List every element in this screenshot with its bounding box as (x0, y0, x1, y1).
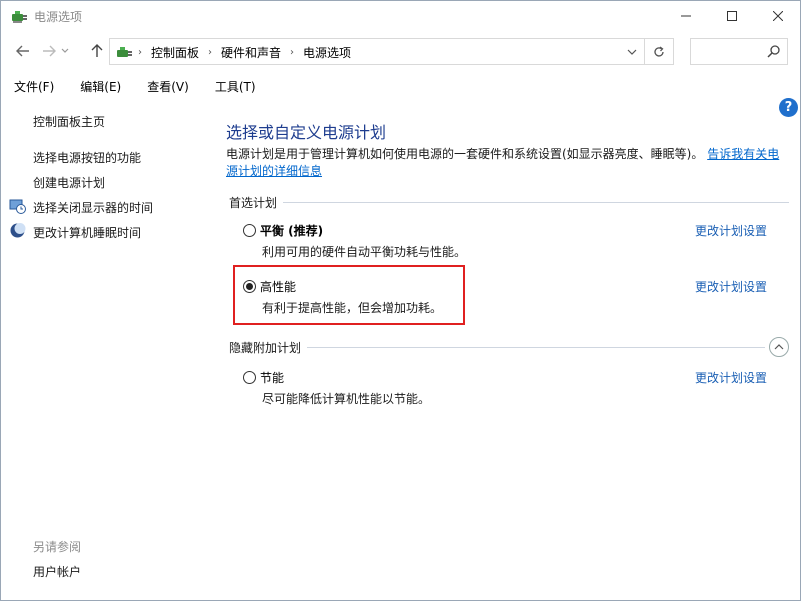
hidden-plans-label: 隐藏附加计划 (229, 341, 302, 355)
up-button[interactable] (87, 41, 107, 61)
description-text: 电源计划是用于管理计算机如何使用电源的一套硬件和系统设置(如显示器亮度、睡眠等)… (226, 147, 704, 161)
back-button[interactable] (13, 41, 33, 61)
collapse-hidden-plans-button[interactable] (769, 337, 789, 357)
window-title: 电源选项 (34, 10, 83, 24)
plan-description: 利用可用的硬件自动平衡功耗与性能。 (262, 245, 467, 259)
power-saver-radio[interactable] (243, 371, 256, 384)
navigation-bar: › 控制面板 › 硬件和声音 › 电源选项 (1, 31, 800, 73)
change-sleep-time-link[interactable]: 更改计算机睡眠时间 (33, 224, 141, 241)
address-bar[interactable]: › 控制面板 › 硬件和声音 › 电源选项 (109, 38, 645, 65)
moon-sleep-icon (10, 223, 26, 238)
menu-edit[interactable]: 编辑(E) (75, 76, 126, 97)
minimize-button[interactable] (663, 1, 709, 31)
question-mark-icon: ? (784, 100, 793, 115)
power-options-icon (12, 11, 27, 23)
see-also-heading: 另请参阅 (33, 540, 82, 554)
user-accounts-link[interactable]: 用户帐户 (33, 563, 81, 580)
breadcrumb-power-options[interactable]: 电源选项 (303, 44, 351, 61)
search-icon (767, 45, 780, 58)
section-divider (307, 347, 765, 348)
refresh-button[interactable] (645, 38, 674, 65)
change-plan-settings-link[interactable]: 更改计划设置 (695, 222, 767, 239)
minimize-icon (681, 15, 691, 17)
address-dropdown-button[interactable] (620, 39, 644, 64)
title-bar: 电源选项 (1, 1, 800, 31)
breadcrumb-separator-icon[interactable]: › (138, 47, 142, 58)
control-panel-home-link[interactable]: 控制面板主页 (33, 113, 105, 130)
arrow-right-icon (43, 45, 56, 57)
section-divider (283, 202, 789, 203)
menu-file[interactable]: 文件(F) (9, 76, 59, 97)
plan-balanced: 平衡 (推荐) 利用可用的硬件自动平衡功耗与性能。 更改计划设置 (243, 221, 783, 261)
balanced-radio[interactable] (243, 224, 256, 237)
refresh-icon (654, 45, 664, 57)
menu-bar: 文件(F) 编辑(E) 查看(V) 工具(T) (1, 75, 800, 97)
left-pane: 控制面板主页 选择电源按钮的功能 创建电源计划 选择关闭显示器的时间 更改计算机… (1, 97, 206, 600)
arrow-up-icon (91, 44, 103, 57)
plan-description: 尽可能降低计算机性能以节能。 (262, 392, 431, 406)
forward-button[interactable] (39, 41, 59, 61)
change-plan-settings-link[interactable]: 更改计划设置 (695, 278, 767, 295)
menu-tools[interactable]: 工具(T) (210, 76, 261, 97)
chevron-down-icon (61, 48, 69, 53)
breadcrumb-control-panel[interactable]: 控制面板 (151, 44, 199, 61)
recent-locations-button[interactable] (59, 41, 71, 61)
arrow-left-icon (16, 45, 29, 57)
close-button[interactable] (755, 1, 801, 31)
power-options-window: 电源选项 › 控制面板 › 硬件和声音 › 电源选项 文件(F) 编辑(E) 查… (0, 0, 801, 601)
plan-name[interactable]: 平衡 (推荐) (260, 222, 323, 239)
breadcrumb-separator-icon[interactable]: › (290, 47, 294, 58)
choose-display-off-link[interactable]: 选择关闭显示器的时间 (33, 199, 153, 216)
close-icon (773, 11, 783, 21)
plan-name[interactable]: 节能 (260, 369, 284, 386)
help-button[interactable]: ? (779, 98, 798, 117)
choose-power-button-link[interactable]: 选择电源按钮的功能 (33, 149, 141, 166)
chevron-up-icon (774, 344, 784, 350)
selection-highlight-box (233, 265, 465, 325)
maximize-icon (727, 11, 737, 21)
maximize-button[interactable] (709, 1, 755, 31)
menu-view[interactable]: 查看(V) (142, 76, 194, 97)
breadcrumb-hardware-sound[interactable]: 硬件和声音 (221, 44, 281, 61)
power-options-icon (117, 47, 132, 57)
page-description: 电源计划是用于管理计算机如何使用电源的一套硬件和系统设置(如显示器亮度、睡眠等)… (226, 146, 791, 180)
plan-power-saver: 节能 尽可能降低计算机性能以节能。 更改计划设置 (243, 368, 783, 408)
monitor-clock-icon (9, 199, 26, 214)
create-power-plan-link[interactable]: 创建电源计划 (33, 174, 105, 191)
change-plan-settings-link[interactable]: 更改计划设置 (695, 369, 767, 386)
page-title: 选择或自定义电源计划 (226, 123, 387, 142)
breadcrumb-separator-icon[interactable]: › (208, 47, 212, 58)
preferred-plans-label: 首选计划 (229, 196, 278, 210)
search-input[interactable] (690, 38, 788, 65)
chevron-down-icon (627, 49, 637, 55)
breadcrumb: › 控制面板 › 硬件和声音 › 电源选项 (138, 44, 351, 61)
